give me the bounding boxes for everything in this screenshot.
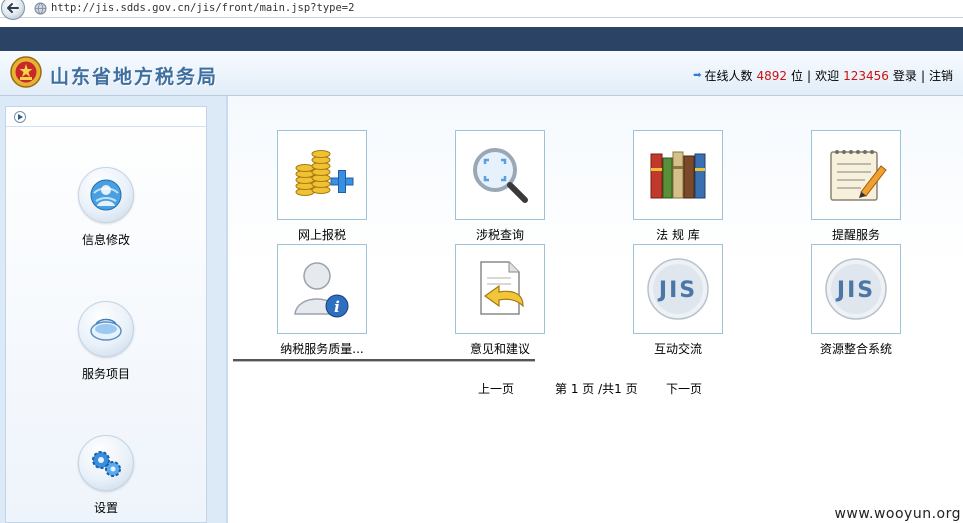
sidebar: 信息修改 服务项目 设置 bbox=[5, 106, 207, 523]
tile-label: 纳税服务质量... bbox=[280, 342, 364, 356]
online-unit: 位 bbox=[791, 69, 804, 83]
tile-label: 意见和建议 bbox=[469, 342, 530, 356]
tile-icon-box: i bbox=[277, 244, 367, 334]
svg-text:i: i bbox=[334, 298, 340, 316]
username: 123456 bbox=[843, 68, 889, 83]
back-arrow-icon bbox=[7, 3, 19, 13]
tile-icon-box bbox=[277, 130, 367, 220]
globe-icon bbox=[34, 2, 47, 15]
online-count: 4892 bbox=[756, 68, 788, 83]
separator: | bbox=[807, 68, 812, 83]
notepad-pencil-icon bbox=[830, 150, 887, 201]
separator: | bbox=[920, 68, 925, 83]
mouse-icon bbox=[78, 301, 134, 357]
tile-icon-box bbox=[811, 130, 901, 220]
play-icon bbox=[18, 114, 23, 120]
welcome-label: 欢迎 bbox=[815, 69, 840, 83]
user-status-bar: ➡ 在线人数 4892 位 | 欢迎 123456 登录 | 注销 bbox=[693, 67, 953, 84]
sidebar-item-settings[interactable]: 设置 bbox=[6, 435, 206, 516]
tile-label: 互动交流 bbox=[653, 342, 702, 356]
watermark: www.wooyun.org bbox=[834, 506, 961, 522]
tile-online-tax-filing[interactable]: 网上报税 bbox=[262, 130, 382, 243]
tile-interactive-exchange[interactable]: JIS 互动交流 bbox=[618, 244, 738, 357]
tile-icon-box bbox=[455, 244, 545, 334]
tile-regulations-library[interactable]: 法 规 库 bbox=[618, 130, 738, 243]
user-globe-icon bbox=[78, 167, 134, 223]
tile-tax-query[interactable]: 涉税查询 bbox=[440, 130, 560, 243]
tile-tax-service-quality[interactable]: i 纳税服务质量... bbox=[262, 244, 382, 357]
user-info-icon: i bbox=[294, 262, 349, 318]
coins-plus-icon bbox=[295, 150, 354, 196]
document-reply-icon bbox=[480, 261, 524, 315]
tile-icon-box bbox=[455, 130, 545, 220]
jis-logo-icon: JIS bbox=[825, 258, 887, 320]
sidebar-item-services[interactable]: 服务项目 bbox=[6, 301, 206, 382]
sidebar-item-label: 信息修改 bbox=[81, 233, 130, 247]
tile-label: 网上报税 bbox=[297, 228, 346, 242]
logout-link[interactable]: 注销 bbox=[929, 67, 953, 84]
tile-label: 资源整合系统 bbox=[819, 342, 892, 356]
tile-feedback[interactable]: 意见和建议 bbox=[440, 244, 560, 357]
sidebar-toggle-button[interactable] bbox=[14, 111, 26, 123]
tile-label: 法 规 库 bbox=[656, 228, 700, 242]
back-button[interactable] bbox=[1, 0, 25, 20]
arrow-right-icon: ➡ bbox=[693, 70, 702, 81]
hover-underline bbox=[233, 359, 535, 362]
gears-icon bbox=[78, 435, 134, 491]
tile-resource-integration[interactable]: JIS 资源整合系统 bbox=[796, 244, 916, 357]
site-header: 山东省地方税务局 ➡ 在线人数 4892 位 | 欢迎 123456 登录 | … bbox=[0, 51, 963, 96]
next-page-link[interactable]: 下一页 bbox=[666, 380, 702, 397]
tile-label: 涉税查询 bbox=[475, 228, 524, 242]
svg-text:JIS: JIS bbox=[657, 278, 697, 303]
url-text[interactable]: http://jis.sdds.gov.cn/jis/front/main.js… bbox=[51, 2, 354, 14]
page-status: 第 1 页 /共1 页 bbox=[555, 382, 638, 396]
magnifier-icon bbox=[473, 148, 528, 203]
main-content: 网上报税 涉税查询 法 规 库 提醒服务 i 纳税服务质量... 意见和建议 J… bbox=[228, 96, 963, 523]
books-icon bbox=[650, 151, 706, 199]
tile-icon-box: JIS bbox=[633, 244, 723, 334]
sidebar-item-label: 设置 bbox=[93, 501, 118, 515]
online-label: 在线人数 bbox=[704, 69, 753, 83]
jis-logo-icon: JIS bbox=[647, 258, 709, 320]
prev-page-link[interactable]: 上一页 bbox=[478, 380, 514, 397]
tile-reminder-service[interactable]: 提醒服务 bbox=[796, 130, 916, 243]
sidebar-frame: 信息修改 服务项目 设置 bbox=[0, 96, 226, 523]
tile-label: 提醒服务 bbox=[831, 228, 880, 242]
site-title: 山东省地方税务局 bbox=[50, 66, 219, 88]
login-label: 登录 bbox=[892, 69, 917, 83]
national-emblem-icon bbox=[10, 56, 42, 88]
sidebar-item-info-edit[interactable]: 信息修改 bbox=[6, 167, 206, 248]
sidebar-item-label: 服务项目 bbox=[81, 367, 130, 381]
address-bar: http://jis.sdds.gov.cn/jis/front/main.js… bbox=[0, 0, 963, 20]
svg-text:JIS: JIS bbox=[835, 278, 875, 303]
tile-icon-box: JIS bbox=[811, 244, 901, 334]
top-nav-strip bbox=[0, 27, 963, 51]
sidebar-header bbox=[6, 107, 206, 127]
tile-icon-box bbox=[633, 130, 723, 220]
